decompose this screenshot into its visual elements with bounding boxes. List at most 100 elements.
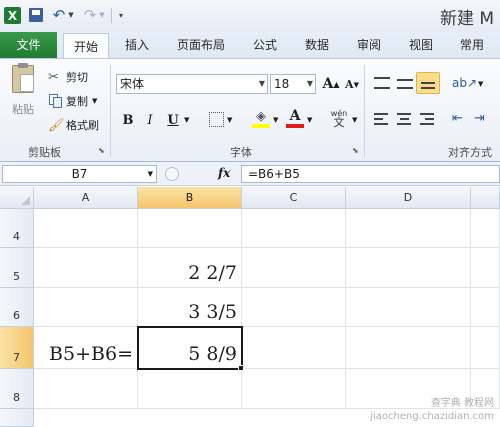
font-launcher-icon[interactable]: ⬊: [352, 146, 359, 155]
paste-button[interactable]: 粘贴: [8, 63, 38, 127]
orientation-dropdown-icon[interactable]: ▼: [478, 80, 483, 88]
cell-e6[interactable]: [471, 288, 500, 327]
row-header-5[interactable]: 5: [0, 248, 34, 288]
align-middle-icon[interactable]: [397, 79, 413, 89]
align-right-icon[interactable]: [420, 113, 434, 125]
font-color-icon[interactable]: A: [286, 108, 304, 129]
tab-general[interactable]: 常用: [452, 32, 492, 58]
file-tab[interactable]: 文件: [0, 32, 57, 58]
italic-button[interactable]: I: [141, 111, 159, 129]
copy-dropdown-icon[interactable]: ▼: [92, 97, 97, 105]
cell-d5[interactable]: [346, 248, 471, 288]
tab-formulas[interactable]: 公式: [245, 32, 285, 58]
column-header-a[interactable]: A: [34, 187, 138, 209]
tab-home[interactable]: 开始: [63, 33, 109, 59]
cell-a7[interactable]: B5+B6=: [34, 327, 138, 369]
cell-d6[interactable]: [346, 288, 471, 327]
undo-dropdown-icon[interactable]: ▼: [67, 6, 75, 24]
copy-button[interactable]: 复制 ▼: [48, 92, 97, 110]
cell-a8[interactable]: [34, 369, 138, 409]
format-painter-icon: 🖌: [48, 117, 65, 133]
cell-c6[interactable]: [242, 288, 346, 327]
font-name-combo[interactable]: 宋体 ▼: [116, 74, 268, 94]
cell-b6[interactable]: 3 3/5: [138, 288, 242, 327]
name-box[interactable]: B7 ▼: [2, 165, 157, 183]
font-color-dropdown-icon[interactable]: ▼: [307, 116, 312, 124]
row-header-8[interactable]: 8: [0, 369, 34, 409]
copy-label: 复制: [66, 95, 88, 108]
phonetic-guide-icon[interactable]: wén 文: [329, 109, 349, 129]
fill-handle[interactable]: [238, 365, 244, 371]
select-all-corner[interactable]: [0, 187, 34, 209]
align-center-icon[interactable]: [397, 113, 411, 125]
save-icon[interactable]: [29, 8, 43, 22]
row-header-7[interactable]: 7: [0, 327, 34, 369]
cell-d7[interactable]: [346, 327, 471, 369]
tab-data[interactable]: 数据: [297, 32, 337, 58]
watermark-line1: 查字典 教程网: [430, 398, 494, 409]
column-header-c[interactable]: C: [242, 187, 346, 209]
customize-qat-icon[interactable]: ▾: [116, 6, 126, 24]
formula-bar-expand-handle[interactable]: [165, 167, 179, 181]
chevron-down-icon[interactable]: ▼: [307, 75, 313, 93]
cell-e7[interactable]: [471, 327, 500, 369]
tab-review[interactable]: 审阅: [349, 32, 389, 58]
cell-b8[interactable]: [138, 369, 242, 409]
borders-dropdown-icon[interactable]: ▼: [227, 116, 232, 124]
insert-function-icon[interactable]: fx: [218, 166, 230, 180]
align-left-icon[interactable]: [374, 113, 388, 125]
cell-a4[interactable]: [34, 209, 138, 248]
underline-button[interactable]: U: [164, 111, 182, 129]
format-painter-button[interactable]: 🖌 格式刷: [48, 116, 99, 134]
ribbon-tab-bar: 开始 插入 页面布局 公式 数据 审阅 视图 常用: [0, 32, 500, 59]
alignment-group-label: 对齐方式: [448, 146, 492, 159]
cell-c8[interactable]: [242, 369, 346, 409]
chevron-down-icon[interactable]: ▼: [259, 75, 265, 93]
fill-color-icon[interactable]: ◈: [252, 109, 270, 129]
cell-c5[interactable]: [242, 248, 346, 288]
clipboard-launcher-icon[interactable]: ⬊: [98, 146, 105, 155]
cell-a6[interactable]: [34, 288, 138, 327]
row-header-4[interactable]: 4: [0, 209, 34, 248]
cell-a5[interactable]: [34, 248, 138, 288]
tab-page-layout[interactable]: 页面布局: [168, 32, 234, 58]
bold-button[interactable]: B: [119, 111, 137, 129]
increase-indent-icon[interactable]: ⇥: [474, 111, 485, 126]
borders-icon[interactable]: [209, 112, 224, 127]
row-header-6[interactable]: 6: [0, 288, 34, 327]
tab-insert[interactable]: 插入: [117, 32, 157, 58]
cell-c7[interactable]: [242, 327, 346, 369]
fill-color-dropdown-icon[interactable]: ▼: [273, 116, 278, 124]
orientation-icon[interactable]: ab↗: [452, 76, 477, 90]
cell-b4[interactable]: [138, 209, 242, 248]
watermark: 查字典 教程网 jiaocheng.chazidian.com: [370, 397, 494, 423]
formula-input[interactable]: =B6+B5: [241, 165, 500, 183]
font-size-combo[interactable]: 18 ▼: [270, 74, 316, 94]
cut-button[interactable]: ✂ 剪切: [48, 68, 88, 86]
underline-dropdown-icon[interactable]: ▼: [184, 116, 189, 124]
cell-c4[interactable]: [242, 209, 346, 248]
cell-e4[interactable]: [471, 209, 500, 248]
redo-dropdown-icon[interactable]: ▼: [98, 6, 106, 24]
tab-view[interactable]: 视图: [401, 32, 441, 58]
column-header-b[interactable]: B: [138, 187, 242, 209]
name-box-dropdown-icon[interactable]: ▼: [148, 166, 153, 182]
cell-d4[interactable]: [346, 209, 471, 248]
shrink-font-icon[interactable]: A ▼: [343, 75, 361, 93]
grow-font-icon[interactable]: A ▲: [322, 75, 340, 93]
cell-b5[interactable]: 2 2/7: [138, 248, 242, 288]
font-name-value: 宋体: [120, 77, 145, 91]
align-top-icon[interactable]: [374, 77, 390, 89]
redo-icon[interactable]: ↷: [82, 5, 98, 25]
column-header-d[interactable]: D: [346, 187, 471, 209]
column-header-e[interactable]: [471, 187, 500, 209]
cell-e5[interactable]: [471, 248, 500, 288]
phonetic-dropdown-icon[interactable]: ▼: [352, 116, 357, 124]
undo-icon[interactable]: ↶: [51, 5, 67, 25]
row-header-9[interactable]: [0, 409, 34, 427]
ribbon: 粘贴 ✂ 剪切 复制 ▼ 🖌 格式刷 剪贴板 ⬊ 宋体 ▼ 18 ▼ A ▲ A ▼…: [0, 58, 500, 162]
decrease-indent-icon[interactable]: ⇤: [452, 111, 463, 126]
align-bottom-icon[interactable]: [416, 72, 440, 94]
excel-logo-icon[interactable]: X: [4, 7, 21, 24]
worksheet-grid[interactable]: A B C D 4 5 2 2/7 6 3 3/5 7 B5+B6= 5 8/9…: [0, 187, 500, 427]
